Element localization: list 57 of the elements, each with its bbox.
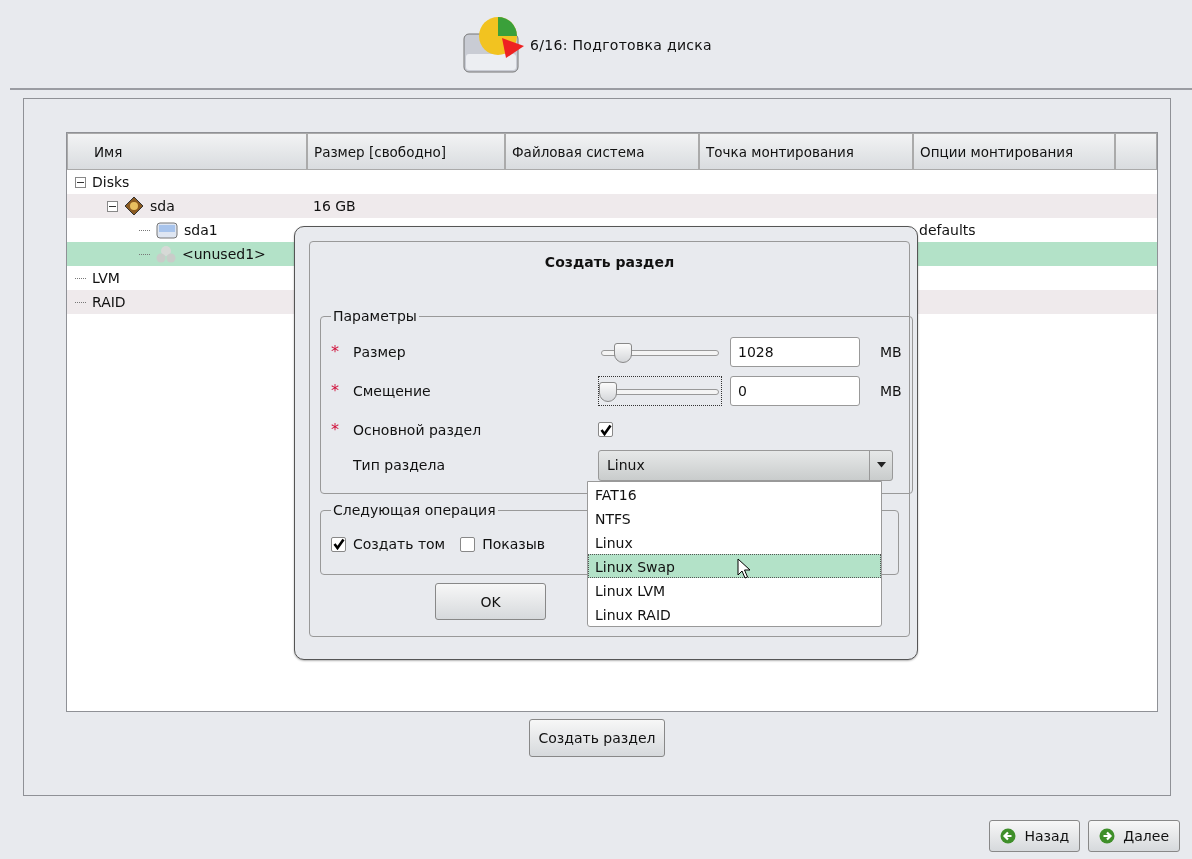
ok-button[interactable]: OK [435,583,546,620]
value-field[interactable]: 1028 [730,336,860,367]
slider[interactable] [598,375,722,406]
right-arrow-icon [1099,828,1116,844]
tree-item-label: Disks [92,174,130,190]
dropdown-option[interactable]: NTFS [588,506,881,530]
tree-item-label: sda1 [184,222,218,238]
checkbox-label: Показыв [482,536,546,552]
step-title: 6/16: Подготовка диска [530,37,712,53]
collapse-icon[interactable] [75,176,86,188]
column-header-filler [1115,133,1157,170]
column-header[interactable]: Файловая система [505,133,699,170]
group-title: Следующая операция [332,502,497,518]
required-mark: * [331,342,339,361]
tree-item-label: sda [150,198,175,214]
column-header[interactable]: Точка монтирования [699,133,913,170]
required-mark: * [331,420,339,439]
tree-item-label: <unused1> [182,246,266,262]
slider-thumb[interactable] [599,381,617,402]
tree-item-label: LVM [92,270,120,286]
field-label: Смещение [353,382,432,399]
unused-space-icon [156,245,176,263]
tree-row[interactable]: sda 16 GB [67,194,1157,218]
checkbox-label: Создать том [353,536,446,552]
checkbox[interactable] [460,536,476,552]
size-text: 16 GB [313,198,356,214]
drive-icon [156,221,178,239]
back-button[interactable]: Назад [989,820,1081,852]
mouse-pointer-icon [737,558,751,580]
slider-thumb[interactable] [613,342,632,363]
required-mark: * [331,381,339,400]
checkbox[interactable] [598,422,613,437]
dialog-title: Создать раздел [543,254,676,270]
unit-label: MB [880,382,902,399]
mount-options-text: defaults [919,222,976,238]
column-header[interactable]: Имя [67,133,307,170]
dropdown-option[interactable]: FAT16 [588,482,881,506]
column-header[interactable]: Опции монтирования [913,133,1115,170]
collapse-icon[interactable] [107,200,118,212]
group-title: Параметры [332,308,418,324]
checkbox[interactable] [331,536,346,552]
caret-icon [876,462,886,468]
dropdown-option[interactable]: Linux [588,530,881,554]
field-label: Основной раздел [353,421,483,438]
value-field[interactable]: 0 [730,375,860,406]
field-label: Размер [353,343,407,360]
unit-label: MB [880,343,902,360]
partition-type-dropdown[interactable]: Linux [598,449,893,481]
dropdown-option[interactable]: Linux LVM [588,578,881,602]
dropdown-option[interactable]: Linux Swap [588,554,881,578]
next-button[interactable]: Далее [1088,820,1180,852]
field-label: Тип раздела [353,457,446,473]
create-partition-button[interactable]: Создать раздел [529,719,665,757]
tree-item-label: RAID [92,294,126,310]
dropdown-option[interactable]: Linux RAID [588,602,881,626]
left-arrow-icon [1000,828,1017,844]
column-header[interactable]: Размер [свободно] [307,133,505,170]
